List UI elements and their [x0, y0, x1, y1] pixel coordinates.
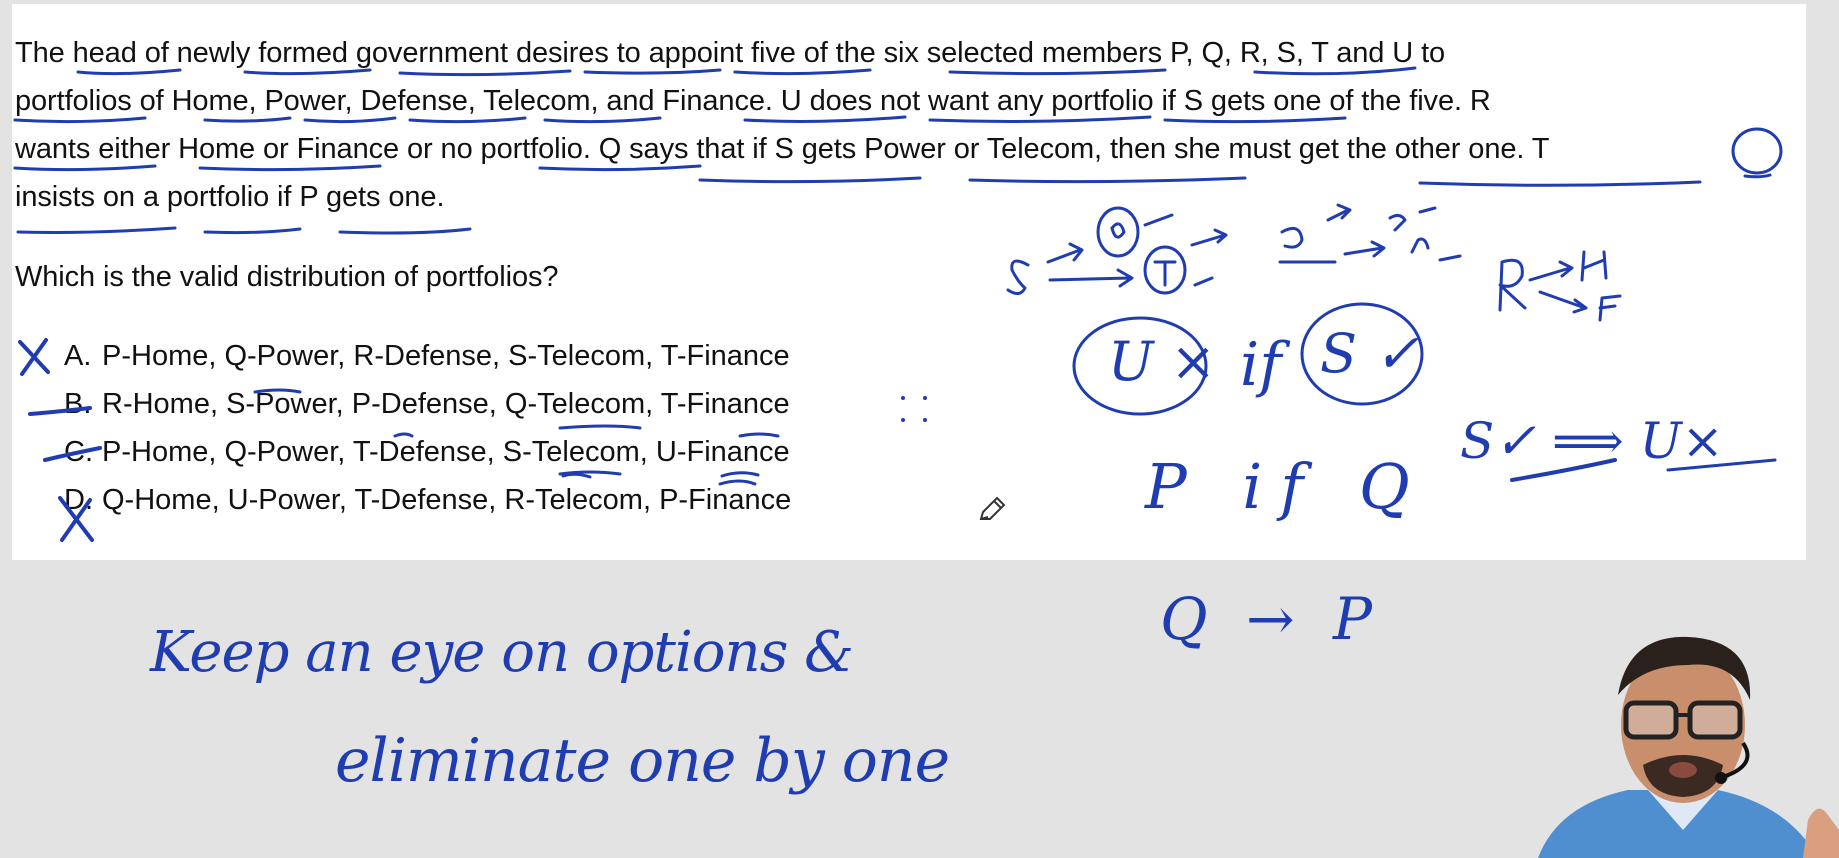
cross-mark [58, 496, 94, 542]
underline-stroke [203, 227, 302, 235]
strike-mark [43, 446, 102, 462]
underline-stroke [1418, 180, 1702, 187]
underline-stroke [13, 116, 147, 124]
handwritten-s-tick: S ✓ [1320, 322, 1420, 385]
handwritten-note-line-2: eliminate one by one [335, 726, 950, 796]
underline-stroke [1253, 66, 1417, 76]
pencil-icon [979, 496, 1006, 520]
underline-stroke [338, 227, 472, 235]
underline-stroke [303, 116, 397, 124]
underline-stroke [76, 68, 182, 76]
underline-stroke [583, 68, 722, 75]
underline-stroke [243, 68, 372, 76]
handwritten-q-arrow-p: Q → P [1160, 585, 1383, 653]
underline-stroke [13, 164, 157, 172]
handwritten-u-cross: U × [1108, 330, 1216, 393]
scribble-s [1006, 259, 1030, 295]
underline-stroke [1163, 116, 1347, 124]
underline-stroke [408, 116, 527, 124]
underline-stroke [733, 68, 872, 76]
underline-stroke [928, 115, 1152, 123]
underline-stroke [16, 226, 177, 234]
underline-stroke [198, 164, 382, 172]
underline-stroke [543, 116, 662, 124]
circle-stroke [1731, 127, 1783, 175]
handwritten-if: if [1240, 330, 1282, 400]
handwritten-s-implies-u: S✓ ⟹ U× [1460, 412, 1724, 470]
scribble-r [1498, 258, 1527, 312]
underline-stroke [968, 176, 1247, 184]
underline-stroke [743, 115, 907, 123]
underline-stroke [948, 68, 1167, 76]
handwritten-p-if-q: P if Q [1145, 450, 1428, 523]
underline-stroke [398, 69, 572, 77]
cross-mark [18, 338, 50, 376]
underline-stroke [698, 176, 922, 184]
presenter-video [1518, 615, 1839, 858]
strike-mark [28, 406, 92, 416]
lecture-canvas: The head of newly formed government desi… [0, 0, 1839, 858]
handwritten-note-line-1: Keep an eye on options & [150, 620, 854, 685]
underline-stroke [203, 116, 292, 123]
underline-stroke [538, 164, 702, 172]
